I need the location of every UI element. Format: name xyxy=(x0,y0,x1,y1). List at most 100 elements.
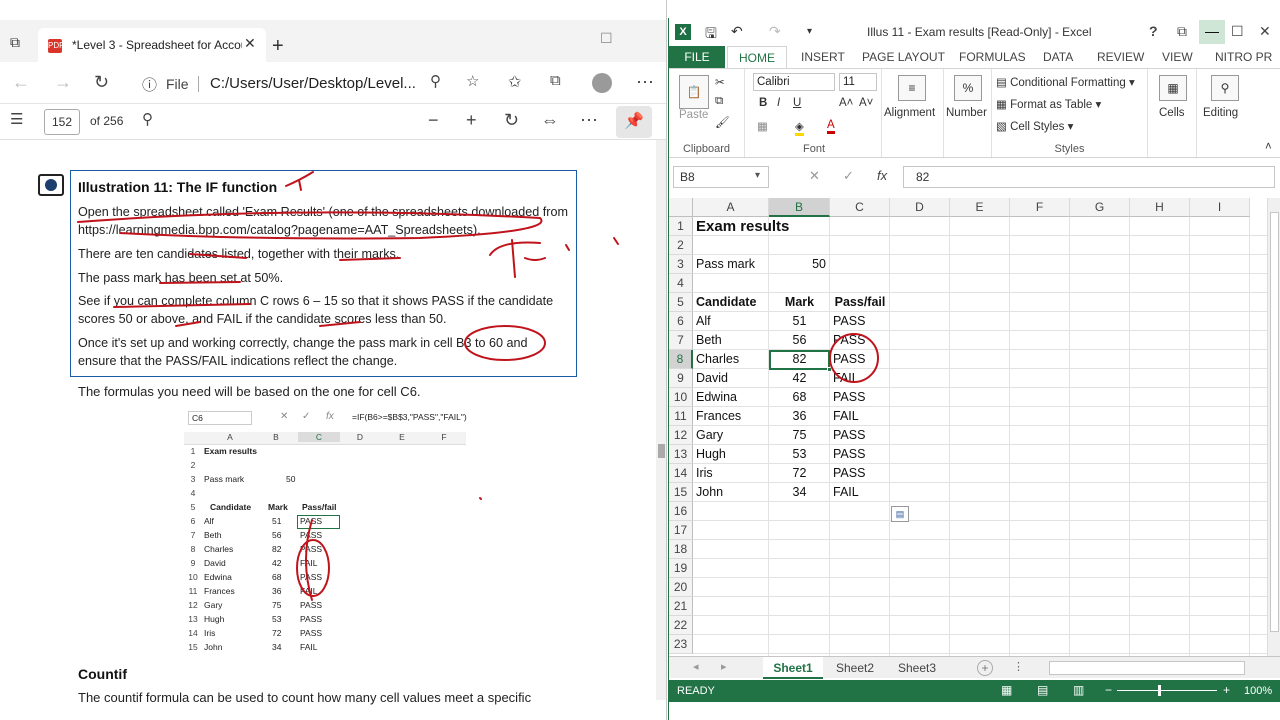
tab-insert[interactable]: INSERT xyxy=(801,50,845,64)
close-icon[interactable]: ✕ xyxy=(1259,23,1271,40)
cell-a15[interactable]: John xyxy=(696,483,723,502)
cell-c14[interactable]: PASS xyxy=(833,464,865,483)
prev-sheet-icon[interactable]: ◂ xyxy=(693,660,699,673)
cell-c5-header[interactable]: Pass/fail xyxy=(830,293,890,312)
tab-sheet1[interactable]: Sheet1 xyxy=(763,657,823,679)
column-header-f[interactable]: F xyxy=(1010,198,1070,217)
vertical-scrollbar[interactable] xyxy=(1267,198,1280,668)
format-painter-icon[interactable]: 🖌 xyxy=(715,115,730,129)
normal-view-icon[interactable]: ▦ xyxy=(1001,683,1012,697)
cell-b5-header[interactable]: Mark xyxy=(769,293,830,312)
cell-a8[interactable]: Charles xyxy=(696,350,739,369)
cell-c15[interactable]: FAIL xyxy=(833,483,859,502)
zoom-slider-thumb[interactable] xyxy=(1158,685,1161,696)
zoom-out-icon[interactable]: − xyxy=(428,110,439,131)
row-header-9[interactable]: 9 xyxy=(669,369,693,388)
zoom-in-icon-xl[interactable]: + xyxy=(1223,683,1230,697)
page-layout-view-icon[interactable]: ▤ xyxy=(1037,683,1048,697)
cell-c7[interactable]: PASS xyxy=(833,331,865,350)
cell-c13[interactable]: PASS xyxy=(833,445,865,464)
column-header-e[interactable]: E xyxy=(950,198,1010,217)
font-size-box[interactable]: 11 xyxy=(839,73,877,91)
favorites-icon[interactable]: ✩ xyxy=(508,72,521,92)
row-header-2[interactable]: 2 xyxy=(669,236,693,255)
tab-home[interactable]: HOME xyxy=(727,46,787,69)
column-header-d[interactable]: D xyxy=(890,198,950,217)
underline-icon[interactable]: U xyxy=(793,97,801,109)
horizontal-scrollbar[interactable] xyxy=(1049,661,1245,675)
zoom-out-icon-xl[interactable]: − xyxy=(1105,683,1112,697)
editing-label[interactable]: Editing xyxy=(1203,107,1238,119)
tab-review[interactable]: REVIEW xyxy=(1097,50,1144,64)
cell-a10[interactable]: Edwina xyxy=(696,388,737,407)
cell-a7[interactable]: Beth xyxy=(696,331,722,350)
customize-qat-icon[interactable]: ▾ xyxy=(807,26,812,37)
paste-label[interactable]: Paste xyxy=(679,109,708,121)
conditional-formatting-button[interactable]: ▤ Conditional Formatting ▾ xyxy=(996,75,1135,89)
minimize-icon[interactable]: — xyxy=(1199,20,1225,44)
tab-sheet2[interactable]: Sheet2 xyxy=(827,657,883,679)
row-header-17[interactable]: 17 xyxy=(669,521,693,540)
collapse-ribbon-icon[interactable]: ˄ xyxy=(1265,141,1272,153)
save-icon[interactable]: 🖫 xyxy=(705,23,717,47)
zoom-in-icon[interactable]: + xyxy=(466,110,477,131)
search-icon[interactable]: ⚲ xyxy=(142,110,153,128)
shrink-font-icon[interactable]: A˅ xyxy=(859,97,873,109)
more-tools-icon[interactable]: ⋯ xyxy=(580,110,598,131)
row-header-23[interactable]: 23 xyxy=(669,635,693,654)
row-header-12[interactable]: 12 xyxy=(669,426,693,445)
insert-function-icon[interactable]: fx xyxy=(877,168,887,183)
column-header-h[interactable]: H xyxy=(1130,198,1190,217)
borders-icon[interactable]: ▦ xyxy=(757,119,768,133)
row-header-3[interactable]: 3 xyxy=(669,255,693,274)
cell-a3[interactable]: Pass mark xyxy=(696,255,755,274)
restore-icon[interactable]: ☐ xyxy=(1231,23,1244,40)
grow-font-icon[interactable]: A˄ xyxy=(839,97,853,109)
cell-a6[interactable]: Alf xyxy=(696,312,711,331)
undo-icon[interactable]: ↶ xyxy=(731,23,743,40)
close-tab-icon[interactable]: ✕ xyxy=(244,35,256,52)
cell-a11[interactable]: Frances xyxy=(696,407,741,426)
cell-c10[interactable]: PASS xyxy=(833,388,865,407)
url-text[interactable]: C:/Users/User/Desktop/Level... xyxy=(210,75,416,92)
row-header-1[interactable]: 1 xyxy=(669,217,693,236)
zoom-level[interactable]: 100% xyxy=(1244,685,1272,697)
collections-icon[interactable]: ⧉ xyxy=(550,72,561,89)
font-color-icon[interactable]: A xyxy=(827,119,835,134)
add-sheet-icon[interactable]: + xyxy=(977,660,993,676)
cell-b6[interactable]: 51 xyxy=(769,312,830,331)
row-header-19[interactable]: 19 xyxy=(669,559,693,578)
cell-c9[interactable]: FAIL xyxy=(833,369,859,388)
row-header-6[interactable]: 6 xyxy=(669,312,693,331)
pdf-scrollbar[interactable] xyxy=(656,140,666,700)
row-header-21[interactable]: 21 xyxy=(669,597,693,616)
help-icon[interactable]: ? xyxy=(1149,23,1158,39)
cell-a5-header[interactable]: Candidate xyxy=(696,293,756,312)
refresh-icon[interactable]: ↻ xyxy=(94,72,109,93)
pin-toolbar-icon[interactable]: 📌 xyxy=(616,106,652,138)
tab-nitro[interactable]: NITRO PR xyxy=(1215,50,1272,64)
cell-a13[interactable]: Hugh xyxy=(696,445,726,464)
row-header-16[interactable]: 16 xyxy=(669,502,693,521)
font-name-box[interactable]: Calibri xyxy=(753,73,835,91)
cell-c8[interactable]: PASS xyxy=(833,350,865,369)
cell-styles-button[interactable]: ▧ Cell Styles ▾ xyxy=(996,119,1073,133)
row-header-5[interactable]: 5 xyxy=(669,293,693,312)
cell-b10[interactable]: 68 xyxy=(769,388,830,407)
fit-page-icon[interactable]: ⇔ xyxy=(541,110,559,131)
cell-c6[interactable]: PASS xyxy=(833,312,865,331)
worksheet-grid[interactable]: ABCDEFGHI 1 2 3 4 5 6 7 8 9 10 11 12 13 14 15 16 17 18 19 2… xyxy=(669,198,1267,668)
cell-a1-title[interactable]: Exam results xyxy=(696,217,789,236)
vertical-scroll-thumb[interactable] xyxy=(1270,212,1279,632)
row-header-7[interactable]: 7 xyxy=(669,331,693,350)
active-cell-b8[interactable] xyxy=(769,350,832,372)
cell-c12[interactable]: PASS xyxy=(833,426,865,445)
cut-icon[interactable]: ✂ xyxy=(715,75,725,89)
cell-b14[interactable]: 72 xyxy=(769,464,830,483)
zoom-icon[interactable]: ⚲ xyxy=(430,72,441,90)
cells-label[interactable]: Cells xyxy=(1159,107,1185,119)
forward-icon[interactable]: → xyxy=(54,72,72,93)
address-bar[interactable]: ⓘ File C:/Users/User/Desktop/Level... xyxy=(130,70,460,98)
select-all-corner[interactable] xyxy=(669,198,693,217)
alignment-label[interactable]: Alignment xyxy=(884,107,935,119)
